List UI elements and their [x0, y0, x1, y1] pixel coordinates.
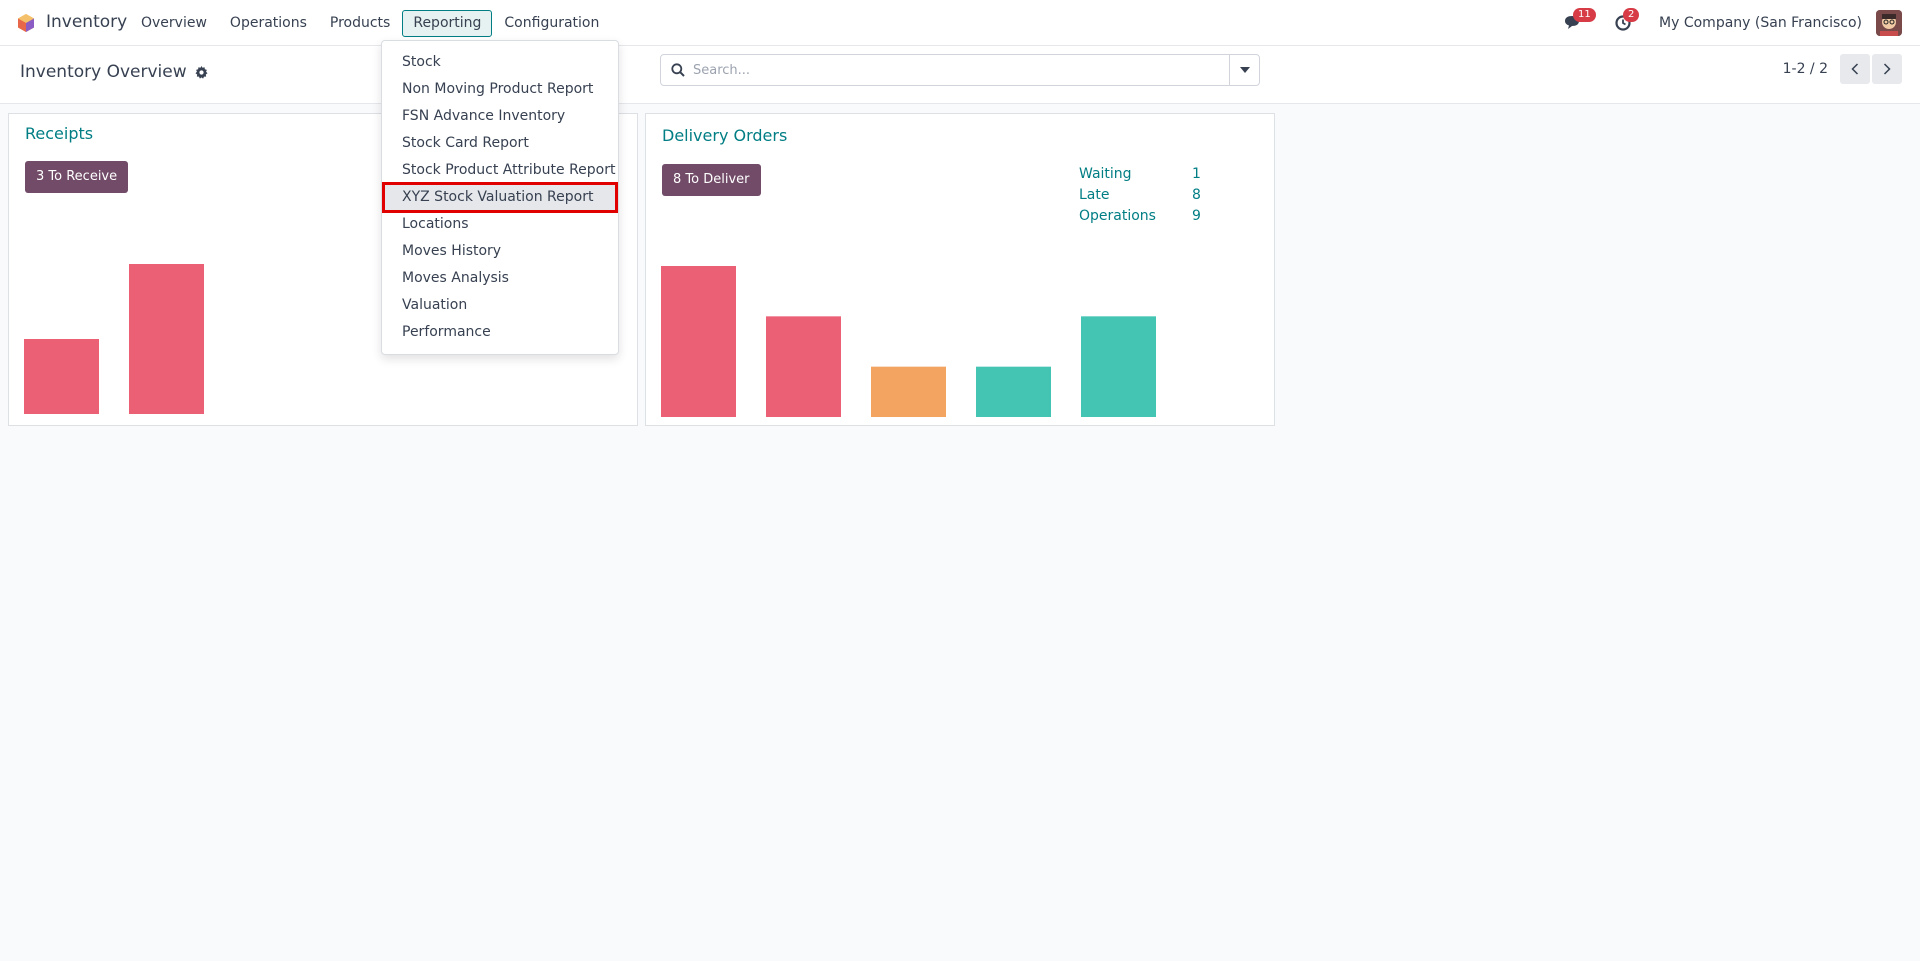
stat-value: 8	[1192, 187, 1201, 203]
inventory-app-icon[interactable]	[16, 13, 36, 33]
chart-bar[interactable]	[871, 366, 946, 417]
gear-icon[interactable]	[195, 65, 208, 79]
menu-item-performance[interactable]: Performance	[382, 319, 618, 346]
chart-bar[interactable]	[129, 264, 204, 414]
messages-button[interactable]: 11	[1559, 8, 1596, 36]
chevron-right-icon	[1883, 63, 1891, 75]
menu-item-moves-analysis[interactable]: Moves Analysis	[382, 265, 618, 292]
navbar-systray: 11 2 My Company (San Francisco)	[1559, 8, 1902, 36]
menu-reporting[interactable]: Reporting	[402, 10, 493, 37]
chart-bar[interactable]	[24, 339, 99, 414]
search-input[interactable]	[693, 62, 1229, 78]
chevron-left-icon	[1851, 63, 1859, 75]
activities-count-badge: 2	[1623, 8, 1640, 22]
user-avatar[interactable]	[1876, 10, 1902, 36]
receipts-card-title[interactable]: Receipts	[25, 124, 93, 143]
menu-item-locations[interactable]: Locations	[382, 211, 618, 238]
menu-configuration[interactable]: Configuration	[493, 10, 610, 37]
caret-down-icon	[1239, 67, 1250, 73]
menu-item-stock[interactable]: Stock	[382, 49, 618, 76]
menu-item-stock-card-report[interactable]: Stock Card Report	[382, 130, 618, 157]
delivery-chart[interactable]	[646, 264, 1276, 427]
menu-item-xyz-stock-valuation-report[interactable]: XYZ Stock Valuation Report	[382, 182, 618, 213]
menu-item-valuation[interactable]: Valuation	[382, 292, 618, 319]
menu-products[interactable]: Products	[319, 10, 401, 37]
stat-row-late[interactable]: Late 8	[1079, 185, 1201, 206]
pager-previous-button[interactable]	[1840, 54, 1870, 84]
page-title: Inventory Overview	[20, 62, 187, 82]
pager-value[interactable]: 1-2 / 2	[1783, 61, 1828, 77]
app-name[interactable]: Inventory	[46, 12, 127, 32]
chart-bar[interactable]	[1081, 316, 1156, 417]
menu-item-stock-product-attribute-report[interactable]: Stock Product Attribute Report	[382, 157, 618, 184]
breadcrumb: Inventory Overview	[20, 62, 208, 82]
top-navbar: Inventory Overview Operations Products R…	[0, 0, 1920, 46]
stat-row-waiting[interactable]: Waiting 1	[1079, 164, 1201, 185]
to-receive-button[interactable]: 3 To Receive	[25, 161, 129, 193]
pager-next-button[interactable]	[1872, 54, 1902, 84]
delivery-card-title[interactable]: Delivery Orders	[662, 126, 787, 145]
delivery-orders-card: Delivery Orders 8 To Deliver Waiting 1 L…	[645, 113, 1275, 426]
reporting-dropdown-menu: Stock Non Moving Product Report FSN Adva…	[381, 40, 619, 355]
messages-count-badge: 11	[1573, 8, 1596, 22]
control-panel: Inventory Overview 1-2 / 2	[0, 46, 1920, 104]
menu-item-non-moving-product-report[interactable]: Non Moving Product Report	[382, 76, 618, 103]
company-switcher[interactable]: My Company (San Francisco)	[1659, 15, 1862, 31]
activities-button[interactable]: 2	[1609, 8, 1640, 36]
search-bar	[660, 54, 1260, 86]
menu-item-fsn-advance-inventory[interactable]: FSN Advance Inventory	[382, 103, 618, 130]
stat-label: Operations	[1079, 208, 1156, 224]
stat-value: 1	[1192, 166, 1201, 182]
chart-bar[interactable]	[766, 316, 841, 417]
search-icon	[671, 63, 685, 77]
stat-label: Waiting	[1079, 166, 1132, 182]
chart-bar[interactable]	[661, 266, 736, 417]
search-options-toggle[interactable]	[1229, 55, 1259, 85]
user-avatar-icon	[1876, 10, 1902, 36]
stat-value: 9	[1192, 208, 1201, 224]
chart-bar[interactable]	[976, 366, 1051, 417]
menu-operations[interactable]: Operations	[219, 10, 318, 37]
stat-label: Late	[1079, 187, 1110, 203]
main-menu: Overview Operations Products Reporting C…	[130, 10, 611, 37]
stat-row-operations[interactable]: Operations 9	[1079, 206, 1201, 227]
delivery-stats: Waiting 1 Late 8 Operations 9	[1079, 164, 1201, 227]
menu-item-moves-history[interactable]: Moves History	[382, 238, 618, 265]
menu-overview[interactable]: Overview	[130, 10, 218, 37]
pager: 1-2 / 2	[1783, 54, 1902, 84]
to-deliver-button[interactable]: 8 To Deliver	[662, 164, 761, 196]
